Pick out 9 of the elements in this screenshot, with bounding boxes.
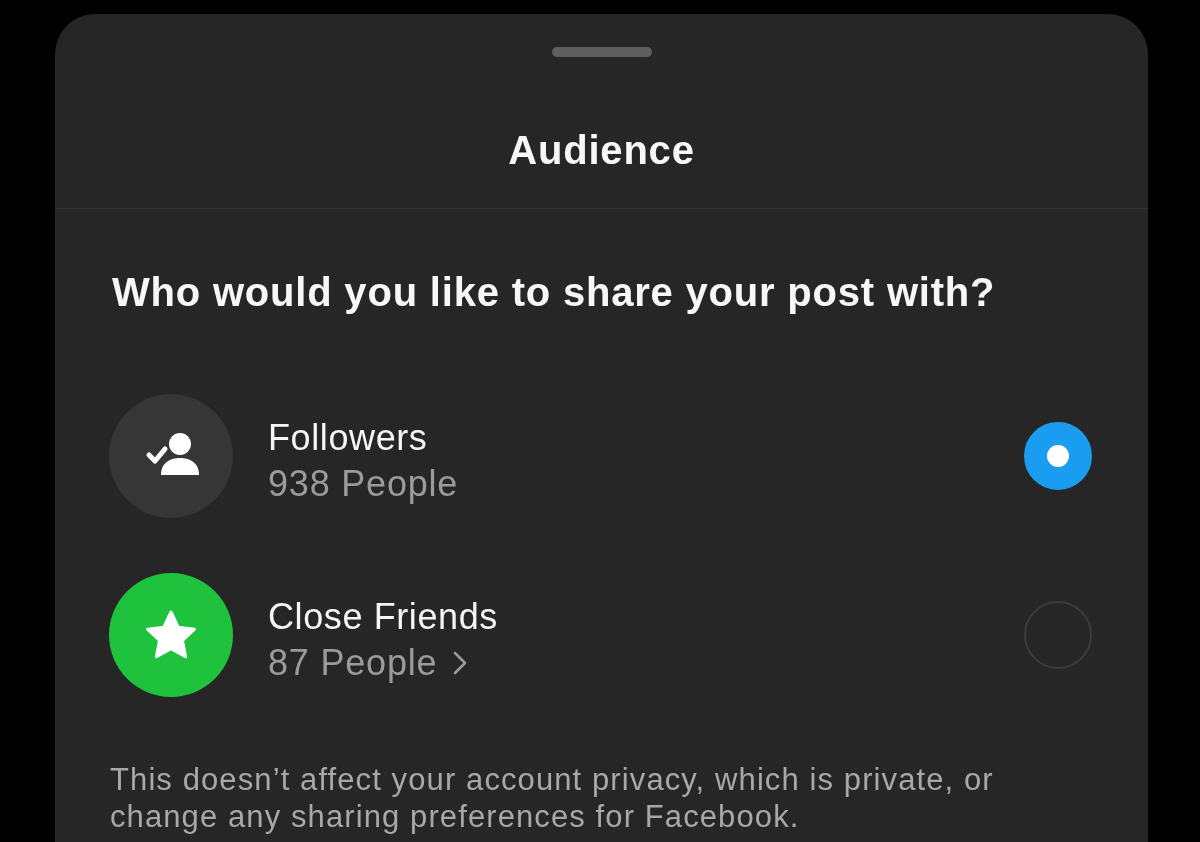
people-count: 938 People xyxy=(268,462,459,506)
chevron-right-icon[interactable] xyxy=(453,651,468,675)
option-label: Close Friends xyxy=(268,595,498,639)
question-text: Who would you like to share your post with? xyxy=(112,269,996,316)
sheet-title: Audience xyxy=(508,127,695,174)
people-count[interactable]: 87 People xyxy=(268,640,438,686)
drag-handle[interactable] xyxy=(551,47,652,57)
option-label: Followers xyxy=(268,416,428,460)
privacy-note: This doesn’t affect your account privacy, which is private, or change any sharing preferences for Facebook. xyxy=(110,761,995,835)
